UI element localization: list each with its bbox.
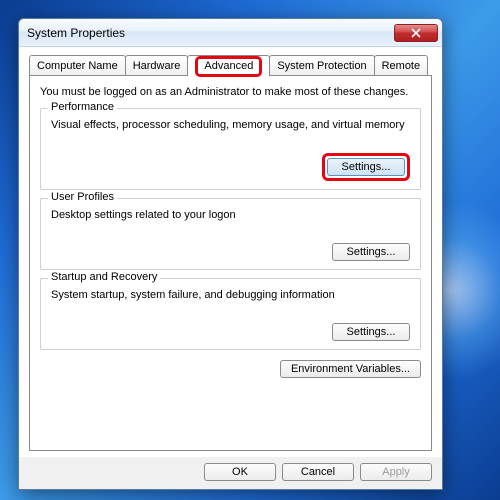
cancel-button[interactable]: Cancel bbox=[282, 463, 354, 481]
admin-notice: You must be logged on as an Administrato… bbox=[40, 86, 421, 98]
client-area: Computer Name Hardware Advanced System P… bbox=[19, 47, 442, 457]
startup-recovery-settings-button[interactable]: Settings... bbox=[332, 323, 410, 341]
group-user-profiles: User Profiles Desktop settings related t… bbox=[40, 198, 421, 270]
apply-button: Apply bbox=[360, 463, 432, 481]
dialog-button-row: OK Cancel Apply bbox=[19, 457, 442, 489]
tab-hardware[interactable]: Hardware bbox=[125, 55, 189, 75]
group-startup-recovery-legend: Startup and Recovery bbox=[48, 271, 160, 283]
group-user-profiles-desc: Desktop settings related to your logon bbox=[51, 209, 410, 221]
group-startup-recovery: Startup and Recovery System startup, sys… bbox=[40, 278, 421, 350]
tab-panel-advanced: You must be logged on as an Administrato… bbox=[29, 75, 432, 451]
user-profiles-settings-button[interactable]: Settings... bbox=[332, 243, 410, 261]
ok-button[interactable]: OK bbox=[204, 463, 276, 481]
window-title: System Properties bbox=[27, 26, 125, 40]
titlebar[interactable]: System Properties bbox=[19, 19, 442, 47]
tab-strip: Computer Name Hardware Advanced System P… bbox=[29, 55, 432, 75]
group-startup-recovery-desc: System startup, system failure, and debu… bbox=[51, 289, 410, 301]
tab-computer-name[interactable]: Computer Name bbox=[29, 55, 126, 75]
group-performance-desc: Visual effects, processor scheduling, me… bbox=[51, 119, 410, 131]
close-icon bbox=[411, 28, 421, 38]
tab-advanced-label: Advanced bbox=[204, 60, 253, 72]
tab-remote[interactable]: Remote bbox=[374, 55, 429, 75]
tab-system-protection[interactable]: System Protection bbox=[269, 55, 374, 75]
performance-settings-button[interactable]: Settings... bbox=[327, 158, 405, 176]
group-performance-legend: Performance bbox=[48, 101, 117, 113]
group-performance: Performance Visual effects, processor sc… bbox=[40, 108, 421, 190]
close-button[interactable] bbox=[394, 24, 438, 42]
environment-variables-button[interactable]: Environment Variables... bbox=[280, 360, 421, 378]
group-user-profiles-legend: User Profiles bbox=[48, 191, 117, 203]
tab-advanced[interactable]: Advanced bbox=[187, 55, 270, 76]
performance-settings-highlight: Settings... bbox=[322, 153, 410, 181]
tab-advanced-highlight: Advanced bbox=[195, 56, 262, 77]
system-properties-window: System Properties Computer Name Hardware… bbox=[18, 18, 443, 490]
